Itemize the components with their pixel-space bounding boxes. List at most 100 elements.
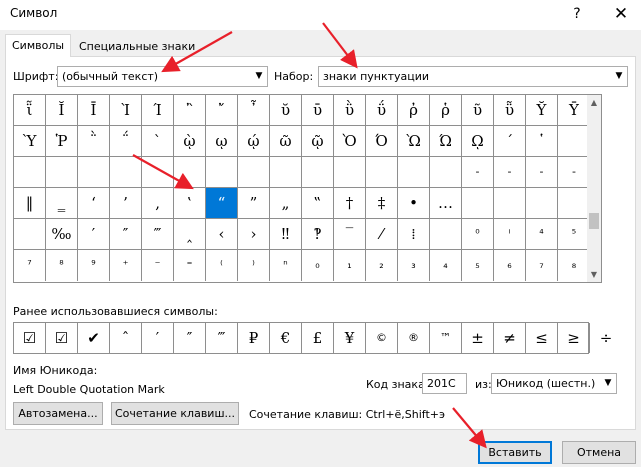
symbol-cell[interactable]: ₂: [366, 250, 398, 281]
grid-scrollbar[interactable]: ▲ ▼: [587, 94, 602, 283]
symbol-cell[interactable]: ₄: [430, 250, 462, 281]
symbol-cell[interactable]: ‗: [46, 188, 78, 219]
symbol-cell[interactable]: ‡: [366, 188, 398, 219]
cancel-button[interactable]: Отмена: [562, 441, 636, 464]
symbol-cell[interactable]: ῾: [526, 126, 558, 157]
symbol-cell[interactable]: ₃: [398, 250, 430, 281]
symbol-cell[interactable]: ῧ: [494, 95, 526, 126]
symbol-cell[interactable]: ῤ: [398, 95, 430, 126]
scroll-thumb[interactable]: [589, 213, 599, 229]
help-button[interactable]: ?: [560, 2, 594, 26]
recent-symbol-cell[interactable]: ≥: [558, 323, 590, 353]
symbol-cell[interactable]: ′: [78, 219, 110, 250]
recent-symbol-cell[interactable]: £: [302, 323, 334, 353]
symbol-cell[interactable]: [270, 157, 302, 188]
symbol-cell[interactable]: [558, 126, 590, 157]
symbol-cell[interactable]: ´: [494, 126, 526, 157]
scroll-down-icon[interactable]: ▼: [587, 267, 601, 283]
symbol-cell[interactable]: Ῥ: [46, 126, 78, 157]
symbol-cell[interactable]: [398, 157, 430, 188]
symbol-cell[interactable]: ⁷: [14, 250, 46, 281]
symbol-cell[interactable]: ’: [110, 188, 142, 219]
recent-symbol-cell[interactable]: ‴: [206, 323, 238, 353]
symbol-cell[interactable]: ῳ: [206, 126, 238, 157]
symbol-cell[interactable]: ⁻: [142, 250, 174, 281]
symbol-cell[interactable]: [302, 157, 334, 188]
recent-symbol-cell[interactable]: ☑: [14, 323, 46, 353]
symbol-cell[interactable]: ⁾: [238, 250, 270, 281]
autocorrect-button[interactable]: Автозамена...: [13, 402, 103, 425]
code-input[interactable]: 201C: [422, 373, 467, 394]
symbol-cell[interactable]: •: [398, 188, 430, 219]
symbol-cell[interactable]: ῏: [238, 95, 270, 126]
symbol-cell[interactable]: [462, 188, 494, 219]
symbol-cell[interactable]: Ί: [142, 95, 174, 126]
subset-select[interactable]: знаки пунктуации ▼: [318, 66, 628, 87]
symbol-cell[interactable]: ῷ: [302, 126, 334, 157]
symbol-cell[interactable]: ₁: [334, 250, 366, 281]
tab-special-chars[interactable]: Специальные знаки: [72, 37, 202, 56]
symbol-cell[interactable]: ⁄: [366, 219, 398, 250]
symbol-cell[interactable]: ῦ: [462, 95, 494, 126]
symbol-cell[interactable]: ₈: [558, 250, 590, 281]
symbol-cell[interactable]: Ὼ: [398, 126, 430, 157]
symbol-cell[interactable]: ₀: [302, 250, 334, 281]
symbol-cell[interactable]: Ῡ: [558, 95, 590, 126]
symbol-cell[interactable]: ‽: [302, 219, 334, 250]
symbol-cell[interactable]: ῴ: [238, 126, 270, 157]
symbol-cell[interactable]: ῡ: [302, 95, 334, 126]
symbol-cell[interactable]: „: [270, 188, 302, 219]
symbol-cell[interactable]: ⁞: [398, 219, 430, 250]
symbol-cell[interactable]: ῥ: [430, 95, 462, 126]
symbol-cell[interactable]: ῶ: [270, 126, 302, 157]
recent-symbol-cell[interactable]: ✔: [78, 323, 110, 353]
symbol-cell[interactable]: ⁵: [558, 219, 590, 250]
symbol-cell[interactable]: [206, 157, 238, 188]
recent-symbol-cell[interactable]: ™: [430, 323, 462, 353]
symbol-cell[interactable]: [558, 188, 590, 219]
from-select[interactable]: Юникод (шестн.) ▼: [491, 373, 617, 394]
symbol-cell[interactable]: ‖: [14, 188, 46, 219]
font-select[interactable]: (обычный текст) ▼: [57, 66, 268, 87]
symbol-cell[interactable]: -: [494, 157, 526, 188]
symbol-cell[interactable]: ῠ: [270, 95, 302, 126]
symbol-cell[interactable]: Ώ: [430, 126, 462, 157]
symbol-cell[interactable]: ”: [238, 188, 270, 219]
symbol-cell[interactable]: ⁰: [462, 219, 494, 250]
symbol-cell[interactable]: ‟: [302, 188, 334, 219]
symbol-cell[interactable]: [526, 188, 558, 219]
symbol-cell[interactable]: ῲ: [174, 126, 206, 157]
scroll-up-icon[interactable]: ▲: [587, 95, 601, 111]
symbol-cell[interactable]: ῎: [206, 95, 238, 126]
symbol-cell[interactable]: ‼: [270, 219, 302, 250]
symbol-cell[interactable]: ῢ: [334, 95, 366, 126]
close-button[interactable]: ✕: [604, 2, 638, 26]
symbol-cell[interactable]: [14, 157, 46, 188]
symbol-cell[interactable]: “: [206, 188, 238, 219]
symbol-cell[interactable]: -: [558, 157, 590, 188]
symbol-cell[interactable]: ‸: [174, 219, 206, 250]
symbol-cell[interactable]: [14, 219, 46, 250]
symbol-cell[interactable]: [430, 157, 462, 188]
recent-symbol-cell[interactable]: ÷: [590, 323, 622, 353]
recent-symbol-cell[interactable]: ₽: [238, 323, 270, 353]
symbol-cell[interactable]: ⁽: [206, 250, 238, 281]
recent-symbol-cell[interactable]: ©: [366, 323, 398, 353]
recent-symbol-cell[interactable]: €: [270, 323, 302, 353]
recent-symbol-cell[interactable]: ¥: [334, 323, 366, 353]
symbol-cell[interactable]: Ό: [366, 126, 398, 157]
symbol-cell[interactable]: ₅: [462, 250, 494, 281]
symbol-cell[interactable]: [46, 157, 78, 188]
symbol-cell[interactable]: ›: [238, 219, 270, 250]
symbol-cell[interactable]: Ῠ: [526, 95, 558, 126]
symbol-cell[interactable]: ‛: [174, 188, 206, 219]
symbol-cell[interactable]: ⁹: [78, 250, 110, 281]
symbol-cell[interactable]: [110, 157, 142, 188]
symbol-cell[interactable]: †: [334, 188, 366, 219]
recent-symbol-cell[interactable]: ≤: [526, 323, 558, 353]
recent-symbol-cell[interactable]: ≠: [494, 323, 526, 353]
symbol-cell[interactable]: ΅: [110, 126, 142, 157]
symbol-cell[interactable]: ⁼: [174, 250, 206, 281]
symbol-cell[interactable]: Ῑ: [78, 95, 110, 126]
recent-symbol-cell[interactable]: ☑: [46, 323, 78, 353]
